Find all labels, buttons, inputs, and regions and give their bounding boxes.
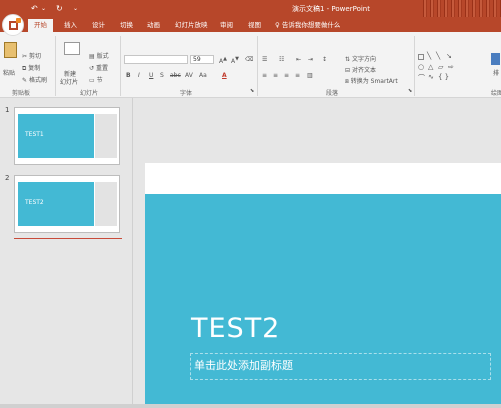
reset-icon: ↺	[89, 65, 96, 72]
underline-button[interactable]: U	[149, 72, 153, 79]
slide-thumbnail-1[interactable]: TEST1	[14, 107, 120, 165]
tab-transitions[interactable]: 切换	[120, 19, 133, 32]
tab-review[interactable]: 审阅	[220, 19, 233, 32]
font-dialog-launcher-icon[interactable]: ⬊	[250, 88, 254, 94]
text-direction-button[interactable]: ⇅ 文字方向	[345, 54, 376, 63]
align-text-button[interactable]: ⊟ 对齐文本	[345, 65, 376, 74]
clipboard-group-label: 剪贴板	[12, 90, 31, 97]
status-bar	[0, 404, 501, 408]
tab-slideshow[interactable]: 幻灯片放映	[175, 19, 208, 32]
quick-access-menu-button[interactable]: ⌄	[73, 3, 78, 14]
arrow-shape-icon: ↘	[446, 52, 452, 60]
numbering-icon[interactable]: ☷	[279, 56, 284, 63]
tell-me-text: 告诉我你想要做什么	[281, 21, 341, 29]
bullets-icon[interactable]: ☰	[262, 56, 267, 63]
font-size-combo[interactable]: 59	[190, 55, 214, 64]
increase-indent-icon[interactable]: ⇥	[308, 56, 313, 63]
line-spacing-icon[interactable]: ↕	[322, 56, 327, 63]
font-name-combo[interactable]	[124, 55, 188, 64]
slide-thumbnail-pane[interactable]: 1 TEST1 2 TEST2	[0, 98, 133, 408]
align-text-icon: ⊟	[345, 67, 352, 74]
section-button[interactable]: ▭ 节	[89, 75, 103, 84]
change-case-button[interactable]: Aa	[199, 72, 207, 79]
line-shape-icon-2: ╲	[436, 52, 441, 60]
bold-button[interactable]: B	[126, 72, 131, 79]
shrink-font-button[interactable]: A▼	[231, 56, 239, 65]
arrow-right-shape-icon: ⇨	[448, 63, 454, 71]
customize-quick-access-button[interactable]: ⌄	[41, 3, 46, 14]
layout-icon: ▤	[89, 53, 97, 60]
oval-shape-icon: ○	[418, 63, 425, 71]
paragraph-group-label: 段落	[326, 90, 339, 97]
align-left-icon[interactable]: ≡	[262, 72, 267, 79]
callout-shape-icon: ⌒	[418, 74, 425, 82]
char-spacing-button[interactable]: AV	[185, 72, 193, 79]
brush-icon: ✎	[22, 77, 29, 84]
powerpoint-logo-icon[interactable]	[2, 14, 24, 36]
new-slide-label-2: 幻灯片	[60, 79, 79, 86]
subtitle-placeholder[interactable]: 单击此处添加副标题	[190, 353, 491, 380]
paste-button[interactable]: 粘贴	[3, 68, 15, 77]
font-group-label: 字体	[180, 90, 193, 97]
font-size-value: 59	[193, 56, 201, 63]
tab-home[interactable]: 开始	[28, 19, 53, 32]
tab-insert[interactable]: 插入	[64, 19, 77, 32]
insertion-marker	[14, 238, 122, 239]
layout-button[interactable]: ▤ 版式	[89, 51, 109, 60]
tab-design[interactable]: 设计	[92, 19, 105, 32]
align-center-icon[interactable]: ≡	[273, 72, 278, 79]
new-slide-icon[interactable]	[64, 42, 80, 55]
shapes-gallery[interactable]: ╲ ╲ ↘ ○ △ ▱ ⇨ ⌒ ∿ { }	[418, 52, 488, 84]
window-title: 演示文稿1 - PowerPoint	[292, 5, 370, 13]
clear-format-icon[interactable]: ⌫	[245, 56, 253, 63]
justify-icon[interactable]: ≡	[295, 72, 300, 79]
paragraph-dialog-launcher-icon[interactable]: ⬊	[408, 88, 412, 94]
italic-button[interactable]: I	[138, 72, 140, 79]
subtitle-placeholder-text: 单击此处添加副标题	[194, 359, 293, 372]
cut-button[interactable]: ✂ 剪切	[22, 51, 41, 60]
section-icon: ▭	[89, 77, 97, 84]
convert-smartart-button[interactable]: ⧈ 转换为 SmartArt	[345, 76, 398, 86]
triangle-shape-icon: △	[428, 63, 434, 71]
curve-shape-icon: ∿	[428, 73, 434, 81]
slide-thumbnail-2[interactable]: TEST2	[14, 175, 120, 233]
ribbon: 粘贴 ✂ 剪切 ⧉ 复制 ✎ 格式刷 剪贴板 新建 幻灯片 ▤ 版式 ↺ 重置 …	[0, 32, 501, 98]
reset-button[interactable]: ↺ 重置	[89, 63, 108, 72]
decrease-indent-icon[interactable]: ⇤	[296, 56, 301, 63]
slide-number-1: 1	[5, 106, 10, 114]
tell-me-box[interactable]: ♀ 告诉我你想要做什么	[275, 19, 340, 32]
rectangle-shape-icon	[418, 54, 424, 60]
copy-button[interactable]: ⧉ 复制	[22, 63, 40, 73]
grow-font-button[interactable]: A▲	[219, 56, 227, 65]
arrange-button[interactable]: 排	[493, 68, 499, 77]
format-painter-button[interactable]: ✎ 格式刷	[22, 75, 47, 84]
text-direction-icon: ⇅	[345, 56, 352, 63]
thumbnail-title: TEST2	[25, 199, 44, 206]
tab-animations[interactable]: 动画	[147, 19, 160, 32]
lightbulb-icon: ♀	[275, 21, 282, 29]
slides-group-label: 幻灯片	[80, 90, 99, 97]
columns-icon[interactable]: ▥	[307, 72, 313, 79]
align-right-icon[interactable]: ≡	[284, 72, 289, 79]
slide-number-2: 2	[5, 174, 10, 182]
parallelogram-shape-icon: ▱	[438, 63, 444, 71]
undo-button[interactable]: ↶	[31, 3, 38, 14]
tab-view[interactable]: 视图	[248, 19, 261, 32]
ribbon-tabs: 开始 插入 设计 切换 动画 幻灯片放映 审阅 视图 ♀ 告诉我你想要做什么	[0, 17, 501, 32]
shadow-button[interactable]: S	[160, 72, 164, 79]
font-color-button[interactable]: A	[222, 72, 227, 79]
slide-title[interactable]: TEST2	[191, 313, 280, 344]
strikethrough-button[interactable]: abc	[170, 72, 181, 79]
drawing-group-label: 绘图	[491, 90, 501, 97]
arrange-icon[interactable]	[491, 53, 500, 65]
redo-button[interactable]: ↻	[56, 3, 63, 14]
line-shape-icon: ╲	[427, 52, 432, 60]
thumbnail-title: TEST1	[25, 131, 44, 138]
brace-shape-icon: { }	[438, 73, 450, 81]
scissors-icon: ✂	[22, 53, 29, 60]
paste-icon[interactable]	[4, 42, 17, 58]
